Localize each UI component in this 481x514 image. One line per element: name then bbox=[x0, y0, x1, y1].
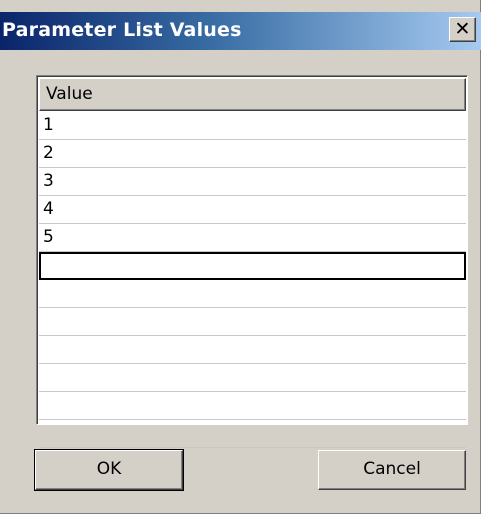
list-row[interactable] bbox=[39, 392, 466, 420]
list-row[interactable] bbox=[39, 336, 466, 364]
list-row[interactable]: 3 bbox=[39, 168, 466, 196]
list-row[interactable] bbox=[39, 308, 466, 336]
value-list[interactable]: Value 12345 bbox=[36, 75, 468, 448]
list-row[interactable] bbox=[39, 364, 466, 392]
title-bar[interactable]: Parameter List Values bbox=[0, 12, 481, 50]
column-header-value[interactable]: Value bbox=[39, 78, 466, 111]
list-row[interactable]: 1 bbox=[39, 112, 466, 140]
list-row[interactable]: 5 bbox=[39, 224, 466, 252]
cancel-button[interactable]: Cancel bbox=[318, 450, 466, 490]
window-title: Parameter List Values bbox=[2, 19, 242, 41]
ok-button[interactable]: OK bbox=[34, 449, 184, 491]
list-row[interactable]: 2 bbox=[39, 140, 466, 168]
list-row[interactable]: 4 bbox=[39, 196, 466, 224]
close-button[interactable]: ✕ bbox=[449, 17, 476, 42]
value-edit-field[interactable] bbox=[39, 252, 466, 280]
list-row[interactable] bbox=[39, 280, 466, 308]
parameter-list-dialog: Parameter List Values ✕ Value 12345 OK C… bbox=[0, 0, 481, 514]
close-icon: ✕ bbox=[454, 18, 471, 40]
list-row[interactable] bbox=[39, 420, 466, 448]
